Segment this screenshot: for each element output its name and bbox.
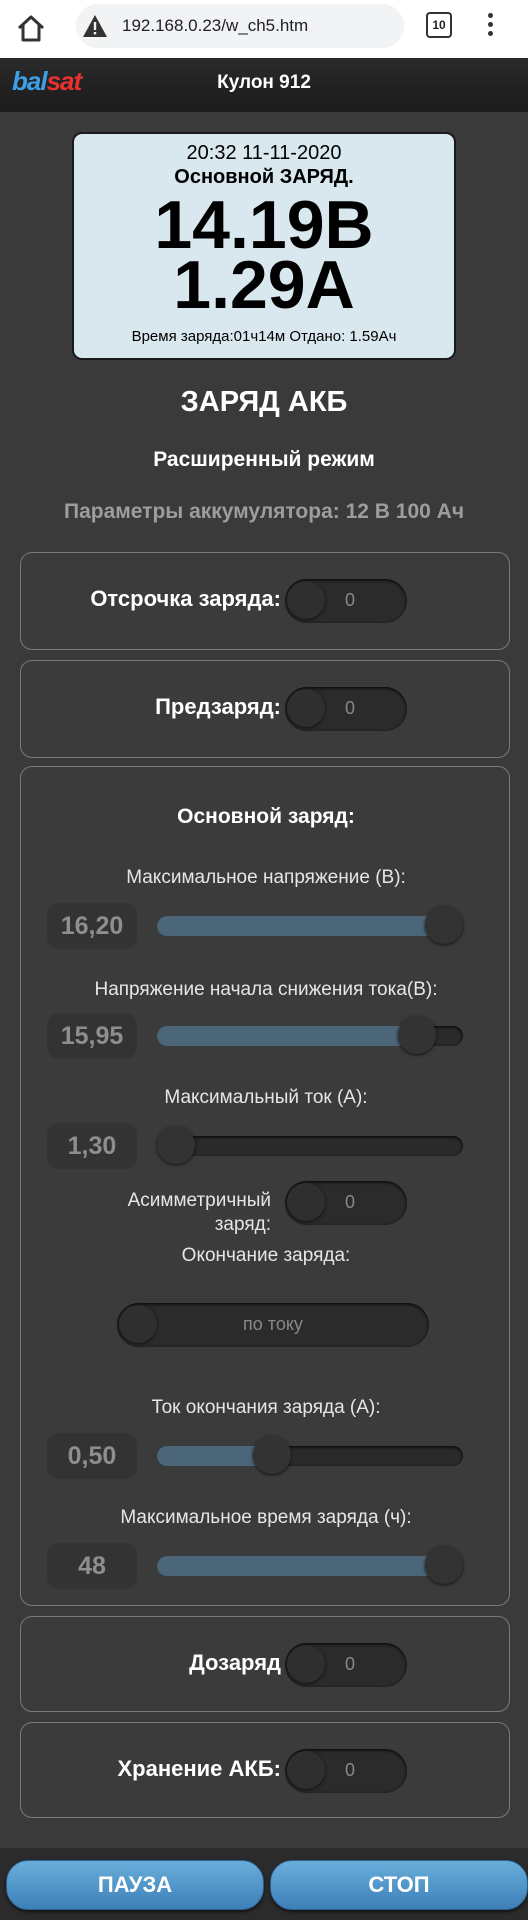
toggle-knob	[287, 1183, 325, 1221]
storage-label: Хранение АКБ:	[117, 1756, 282, 1781]
end-current-slider[interactable]	[157, 1436, 463, 1474]
delay-label: Отсрочка заряда:	[90, 586, 281, 611]
device-title: Кулон 912	[217, 72, 311, 93]
mode-title: Расширенный режим	[153, 448, 375, 471]
browser-toolbar: 192.168.0.23/w_ch5.htm 10	[0, 0, 528, 58]
lcd-mode: Основной ЗАРЯД.	[174, 166, 354, 188]
battery-params: Параметры аккумулятора: 12 В 100 Ач	[63, 500, 465, 523]
slider-handle[interactable]	[425, 906, 463, 944]
charge-end-toggle[interactable]: по току	[117, 1303, 429, 1347]
lcd-current: 1.29А	[173, 247, 355, 323]
topup-panel: Дозаряд 0	[20, 1616, 510, 1712]
slider-fill	[157, 916, 444, 936]
end-current-value: 0,50	[47, 1433, 137, 1479]
slider-fill	[157, 1026, 418, 1046]
slider-handle[interactable]	[425, 1546, 463, 1584]
max-current-label: Максимальный ток (А):	[164, 1087, 368, 1108]
charge-end-label: Окончание заряда:	[181, 1245, 351, 1266]
max-voltage-label: Максимальное напряжение (В):	[126, 867, 406, 888]
tab-switcher-button[interactable]: 10	[426, 12, 452, 38]
asymmetric-label-line1: Асимметричный	[127, 1190, 271, 1211]
main-charge-panel: Основной заряд: Максимальное напряжение …	[20, 766, 510, 1606]
delay-toggle[interactable]: 0	[285, 579, 407, 623]
topup-label: Дозаряд	[189, 1650, 281, 1675]
decline-voltage-value: 15,95	[47, 1013, 137, 1059]
toggle-knob	[287, 1751, 325, 1789]
address-bar[interactable]: 192.168.0.23/w_ch5.htm	[76, 4, 404, 48]
slider-handle[interactable]	[253, 1436, 292, 1474]
toggle-knob	[287, 689, 325, 727]
precharge-label: Предзаряд:	[155, 694, 281, 719]
toggle-value: 0	[345, 698, 356, 718]
slider-handle[interactable]	[157, 1126, 195, 1164]
decline-voltage-label: Напряжение начала снижения тока(В):	[94, 979, 438, 1000]
toggle-knob	[287, 1645, 325, 1683]
max-current-slider[interactable]	[157, 1126, 463, 1164]
end-current-label: Ток окончания заряда (А):	[151, 1397, 381, 1418]
url-text[interactable]: 192.168.0.23/w_ch5.htm	[122, 16, 308, 36]
storage-panel: Хранение АКБ: 0	[20, 1722, 510, 1818]
main-charge-heading: Основной заряд:	[177, 805, 355, 828]
toggle-value: 0	[345, 1654, 356, 1674]
max-time-value: 48	[47, 1543, 137, 1589]
max-time-label: Максимальное время заряда (ч):	[120, 1507, 412, 1528]
toggle-value: 0	[345, 1192, 356, 1212]
toggle-value: 0	[345, 590, 356, 610]
bottom-action-bar: ПАУЗА СТОП	[0, 1848, 528, 1920]
delay-panel: Отсрочка заряда: 0	[20, 552, 510, 650]
decline-voltage-slider[interactable]	[157, 1016, 463, 1054]
storage-toggle[interactable]: 0	[285, 1749, 407, 1793]
charge-end-option: по току	[243, 1314, 303, 1334]
slider-handle[interactable]	[398, 1016, 437, 1054]
toggle-knob	[287, 581, 325, 619]
lcd-display: 20:32 11-11-2020 Основной ЗАРЯД. 14.19В …	[72, 132, 456, 360]
max-voltage-slider[interactable]	[157, 906, 463, 944]
asymmetric-label-line2: заряд:	[214, 1214, 271, 1235]
warning-icon[interactable]	[82, 13, 108, 39]
app-header: balsat Кулон 912	[0, 58, 528, 112]
stop-button[interactable]: СТОП	[270, 1860, 528, 1910]
precharge-panel: Предзаряд: 0	[20, 660, 510, 758]
topup-toggle[interactable]: 0	[285, 1643, 407, 1687]
pause-button[interactable]: ПАУЗА	[6, 1860, 264, 1910]
asymmetric-label: Асимметричный заряд:	[81, 1189, 271, 1237]
asymmetric-toggle[interactable]: 0	[285, 1181, 407, 1225]
slider-fill	[157, 1556, 444, 1576]
lcd-datetime: 20:32 11-11-2020	[186, 142, 342, 164]
max-time-slider[interactable]	[157, 1546, 463, 1584]
precharge-toggle[interactable]: 0	[285, 687, 407, 731]
lcd-footer: Время заряда:01ч14м Отдано: 1.59Ач	[131, 328, 397, 345]
toggle-value: 0	[345, 1760, 356, 1780]
home-icon[interactable]	[14, 12, 48, 46]
page-title: ЗАРЯД АКБ	[180, 386, 348, 418]
max-current-value: 1,30	[47, 1123, 137, 1169]
max-voltage-value: 16,20	[47, 903, 137, 949]
more-menu-icon[interactable]	[484, 10, 496, 40]
